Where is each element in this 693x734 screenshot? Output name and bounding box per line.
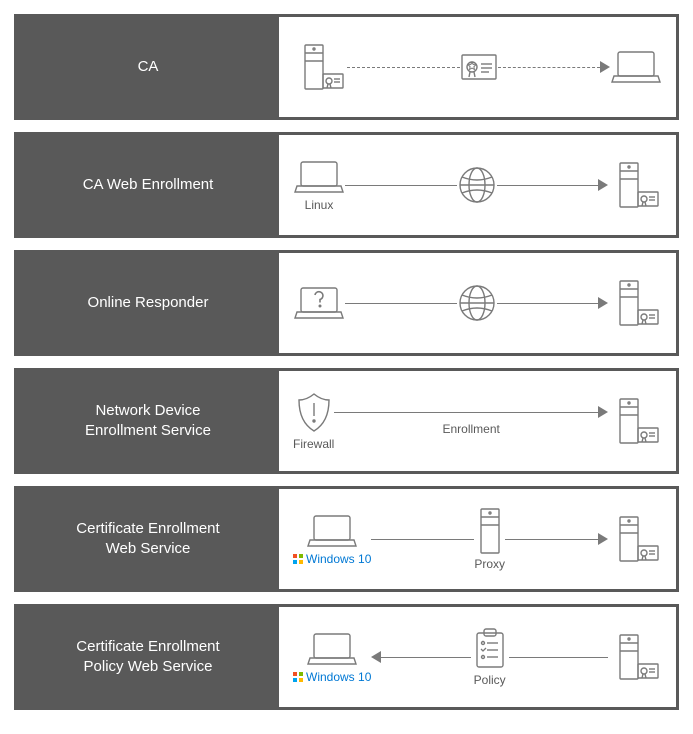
windows-laptop-icon: Windows 10 [293, 630, 371, 684]
row-ca-web-enrollment: CA Web Enrollment Linux [14, 132, 679, 238]
laptop-question-icon [293, 284, 345, 322]
arrow-right [497, 179, 609, 191]
globe-icon [457, 283, 497, 323]
arrow-right-enrollment: Enrollment [334, 406, 608, 436]
dashed-connector [347, 67, 460, 68]
diagram-ndes: Firewall Enrollment [279, 371, 676, 471]
linux-label: Linux [305, 198, 334, 212]
arrow-right [505, 533, 608, 545]
arrow-right [497, 297, 609, 309]
server-with-cert-icon [608, 160, 662, 210]
globe-icon [457, 165, 497, 205]
line-connector [345, 303, 457, 304]
server-with-cert-icon [608, 514, 662, 564]
policy-clipboard-icon: Policy [471, 627, 509, 687]
row-cepws: Certificate Enrollment Policy Web Servic… [14, 604, 679, 710]
label-cews: Certificate Enrollment Web Service [17, 489, 279, 589]
label-ndes: Network Device Enrollment Service [17, 371, 279, 471]
server-with-cert-icon [608, 396, 662, 446]
firewall-label: Firewall [293, 437, 334, 451]
arrow-left [371, 651, 470, 663]
diagram-cepws: Windows 10 Policy [279, 607, 676, 707]
row-online-responder: Online Responder [14, 250, 679, 356]
diagram-cews: Windows 10 Proxy [279, 489, 676, 589]
windows-logo-icon [293, 554, 303, 564]
row-ca: CA [14, 14, 679, 120]
server-with-cert-icon [608, 632, 662, 682]
line-connector [371, 539, 474, 540]
row-cews: Certificate Enrollment Web Service Windo… [14, 486, 679, 592]
proxy-label: Proxy [474, 557, 505, 571]
firewall-shield-icon: Firewall [293, 391, 334, 451]
windows10-label: Windows 10 [293, 670, 371, 684]
label-online-responder: Online Responder [17, 253, 279, 353]
label-ca: CA [17, 17, 279, 117]
line-connector [509, 657, 608, 658]
label-ca-web-enrollment: CA Web Enrollment [17, 135, 279, 235]
line-connector [345, 185, 457, 186]
diagram-ca [279, 17, 676, 117]
windows10-label: Windows 10 [293, 552, 371, 566]
windows-laptop-icon: Windows 10 [293, 512, 371, 566]
policy-label: Policy [474, 673, 506, 687]
diagram-ca-web-enrollment: Linux [279, 135, 676, 235]
enrollment-label: Enrollment [442, 422, 499, 436]
label-cepws: Certificate Enrollment Policy Web Servic… [17, 607, 279, 707]
diagram-online-responder [279, 253, 676, 353]
certificate-icon [460, 53, 498, 81]
linux-laptop-icon: Linux [293, 158, 345, 212]
dashed-arrow-right [498, 61, 611, 73]
row-ndes: Network Device Enrollment Service Firewa… [14, 368, 679, 474]
windows10-text: Windows 10 [306, 670, 371, 684]
windows10-text: Windows 10 [306, 552, 371, 566]
laptop-icon [610, 48, 662, 86]
proxy-server-icon: Proxy [474, 507, 505, 571]
server-with-cert-icon [608, 278, 662, 328]
windows-logo-icon [293, 672, 303, 682]
server-with-cert-icon [293, 42, 347, 92]
